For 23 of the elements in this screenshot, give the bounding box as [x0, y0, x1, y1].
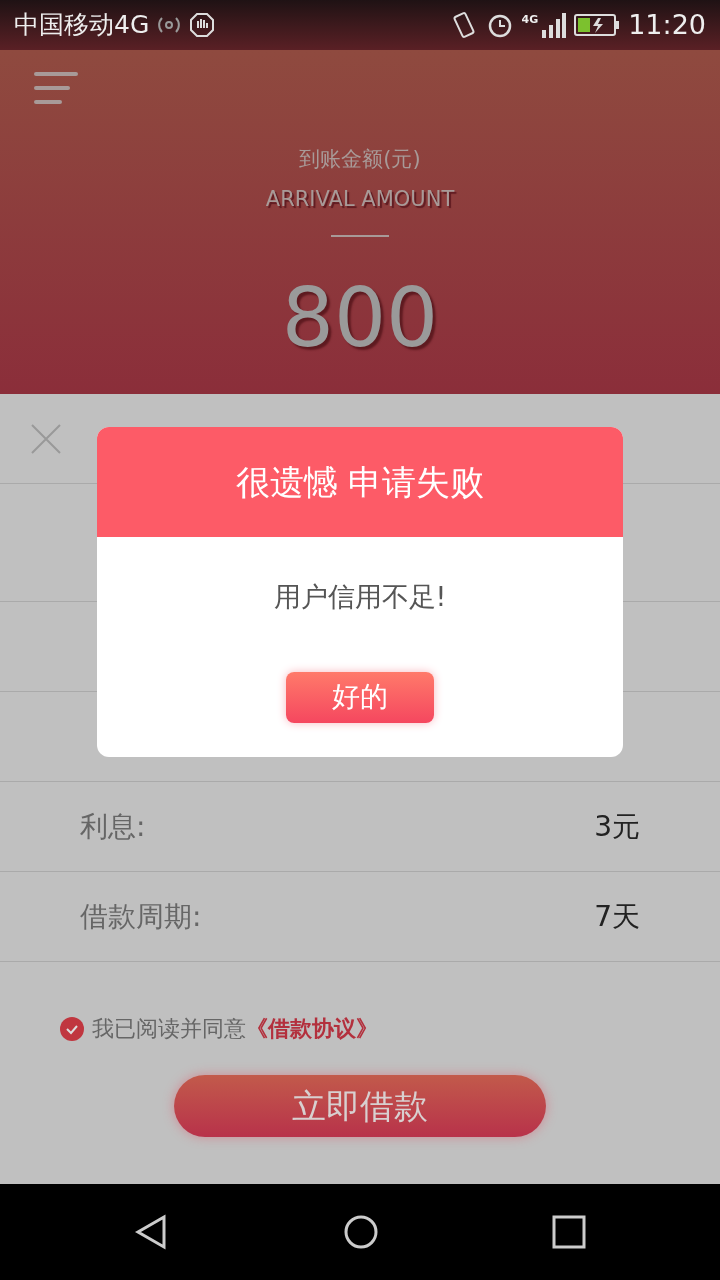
dialog-message: 用户信用不足! [272, 580, 448, 614]
home-icon[interactable] [343, 1214, 379, 1250]
clock-time: 11:20 [628, 7, 706, 42]
detail-value: 7天 [594, 898, 640, 935]
menu-icon[interactable] [34, 70, 78, 106]
checkbox[interactable] [60, 1016, 84, 1041]
recents-icon[interactable] [551, 1215, 586, 1249]
detail-label: 利息: [80, 808, 146, 845]
network-type: 4G [521, 12, 539, 28]
carrier-name: 中国移动4G [14, 9, 150, 42]
ok-button[interactable]: 好的 [286, 671, 434, 723]
agreement-link[interactable]: 《借款协议》 [246, 1016, 378, 1041]
dialog-title: 很遗憾 申请失败 [235, 460, 485, 504]
detail-value: 3元 [594, 808, 640, 845]
detail-label: 借款周期: [80, 898, 202, 935]
hand-icon [189, 12, 216, 38]
amount-caption-english: ARRIVAL AMOUNT [264, 185, 456, 213]
amount-caption: 到账金额(元) [298, 146, 422, 173]
signal-icon [542, 12, 567, 38]
borrow-now-button[interactable]: 立即借款 [174, 1075, 546, 1137]
battery-icon [574, 13, 621, 37]
arrival-amount: 800 [280, 277, 440, 359]
agreement-text: 我已阅读并同意 [92, 1016, 246, 1041]
